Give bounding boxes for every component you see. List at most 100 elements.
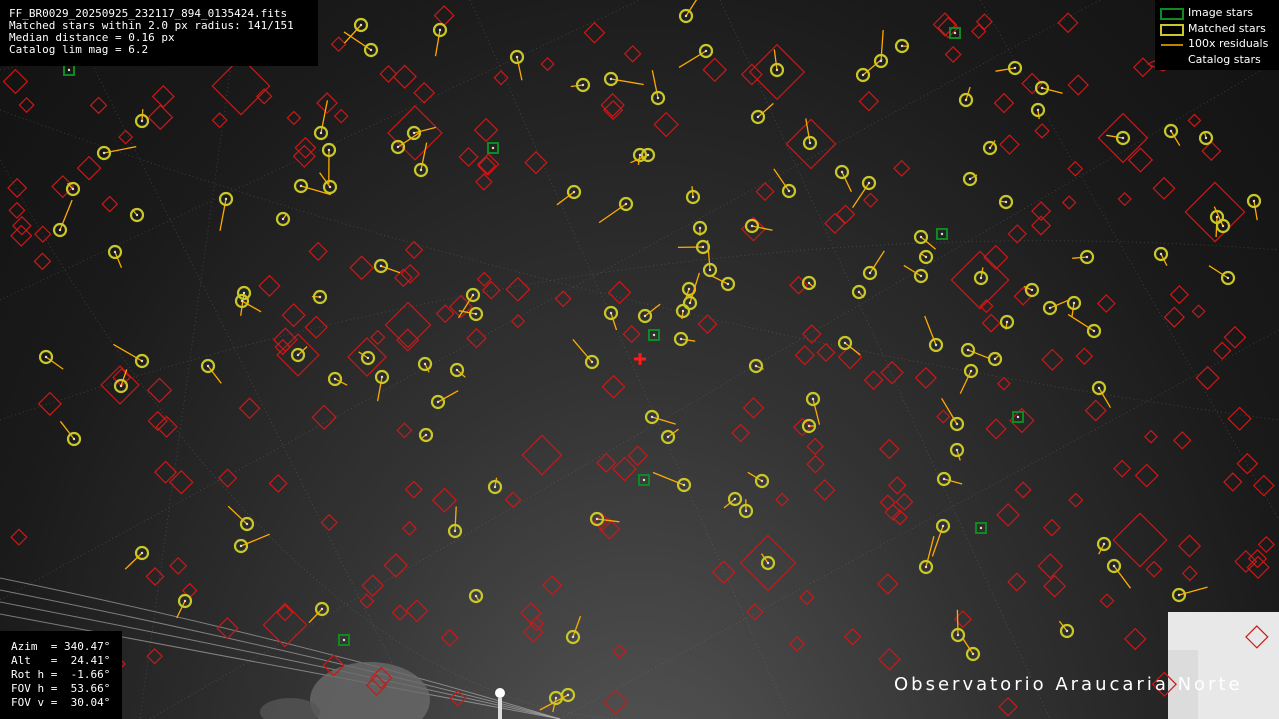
star-point [453, 529, 457, 533]
star-point [1097, 386, 1101, 390]
catalog-star-marker [477, 156, 497, 176]
green-square-icon [1160, 8, 1184, 20]
yellow-square-icon [1160, 23, 1184, 36]
residual-line [227, 505, 248, 525]
catalog-star-marker [1145, 560, 1163, 578]
star-point [359, 23, 363, 27]
catalog-star-marker [168, 469, 194, 495]
catalog-star-marker [971, 23, 987, 40]
star-point [688, 301, 692, 305]
catalog-star-marker [311, 404, 337, 431]
catalog-star-marker [936, 409, 951, 424]
catalog-star-marker [1173, 431, 1192, 450]
catalog-star-marker [493, 70, 509, 86]
fov-h-text: FOV h = 53.66° [11, 682, 111, 695]
catalog-star-marker [8, 201, 26, 219]
star-point [320, 607, 324, 611]
star-point [656, 96, 660, 100]
catalog-star-marker [433, 5, 455, 27]
star-point [1177, 593, 1181, 597]
star-point [412, 131, 416, 135]
catalog-star-marker [522, 621, 544, 643]
astrometry-overlay [0, 0, 1279, 719]
pointing-panel: Azim = 340.47° Alt = 24.41° Rot h = -1.6… [0, 631, 122, 719]
star-point [242, 291, 246, 295]
star-point [455, 368, 459, 372]
star-point [919, 235, 923, 239]
catalog-star-marker [944, 46, 962, 64]
catalog-star-marker [607, 280, 632, 305]
residual-line [773, 168, 790, 192]
star-point [72, 437, 76, 441]
catalog-star-marker [274, 338, 291, 356]
catalog-star-marker [996, 503, 1020, 527]
catalog-star-marker [1075, 347, 1094, 366]
catalog-star-marker [1112, 512, 1168, 568]
catalog-star-marker [981, 313, 1001, 333]
legend-matched-stars: Matched stars [1155, 21, 1279, 37]
star-point [643, 314, 647, 318]
star-point [396, 145, 400, 149]
catalog-star-marker [653, 111, 679, 138]
star-point [787, 189, 791, 193]
star-point [224, 197, 228, 201]
star-point [1013, 66, 1017, 70]
star-point [1112, 564, 1116, 568]
star-point [684, 14, 688, 18]
catalog-star-marker [983, 244, 1009, 271]
residual-line [711, 275, 729, 285]
catalog-star-marker [405, 599, 429, 623]
catalog-star-marker [600, 92, 625, 118]
star-point [1159, 252, 1163, 256]
legend-catalog-stars: Catalog stars [1188, 52, 1261, 66]
star-point [698, 226, 702, 230]
catalog-star-marker [1030, 215, 1052, 236]
catalog-star-marker [473, 117, 499, 143]
catalog-star-marker [1113, 459, 1132, 478]
catalog-star-marker [2, 68, 29, 95]
catalog-star-marker [755, 182, 775, 202]
star-point [206, 364, 210, 368]
catalog-star-marker [404, 480, 423, 499]
catalog-star-marker [996, 376, 1011, 391]
residual-line [1113, 565, 1132, 589]
residual-line [572, 338, 593, 363]
catalog-star-marker [862, 192, 879, 208]
catalog-star-marker [623, 45, 642, 63]
star-point [102, 151, 106, 155]
star-point [239, 544, 243, 548]
catalog-star-marker [746, 603, 764, 621]
catalog-star-marker [147, 104, 174, 131]
catalog-star-marker [101, 195, 119, 213]
catalog-star-marker [1123, 627, 1147, 651]
catalog-star-marker [18, 97, 35, 114]
star-point [1072, 301, 1076, 305]
catalog-star-marker [520, 602, 542, 624]
catalog-star-marker [1043, 574, 1067, 598]
catalog-star-marker [118, 129, 134, 145]
catalog-star-marker [1084, 399, 1107, 422]
star-point [955, 422, 959, 426]
residual-line [59, 199, 73, 231]
star-point [119, 384, 123, 388]
catalog-star-marker [540, 56, 555, 72]
residual-line [207, 365, 222, 384]
star-point [471, 293, 475, 297]
catalog-star-marker [391, 604, 409, 621]
catalog-star-marker [697, 314, 718, 334]
catalog-star-marker [1169, 284, 1190, 305]
catalog-star-marker [475, 173, 493, 191]
grid-line [469, 0, 791, 719]
star-point [1005, 320, 1009, 324]
fov-v-text: FOV v = 30.04° [11, 696, 111, 709]
residual-line [1037, 109, 1040, 120]
catalog-star-marker [10, 528, 28, 546]
catalog-star-marker [1236, 452, 1259, 475]
catalog-star-marker [583, 21, 606, 44]
star-point [424, 433, 428, 437]
star-point [750, 224, 754, 228]
catalog-star-marker [1152, 176, 1176, 200]
catalog-star-marker [308, 241, 328, 262]
catalog-star-marker [379, 64, 398, 83]
star-point [44, 355, 48, 359]
